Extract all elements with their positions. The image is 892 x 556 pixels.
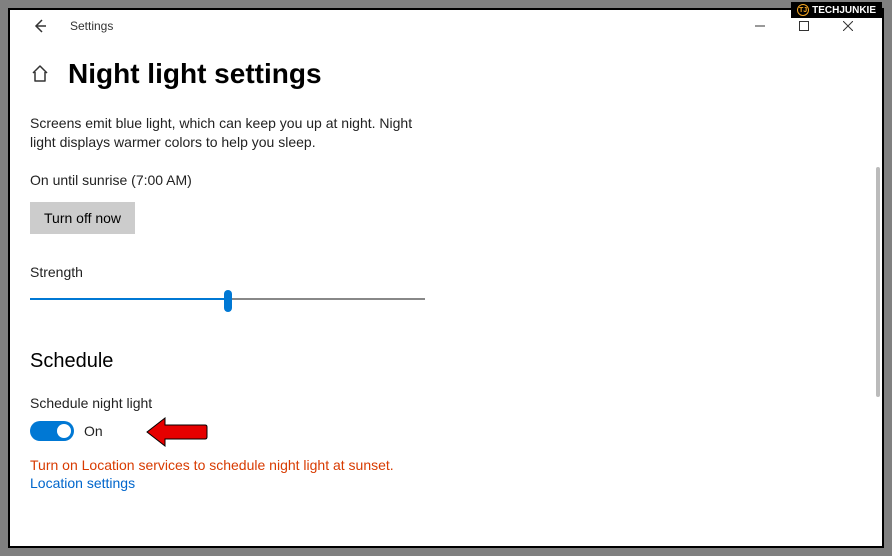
watermark-badge: TJ TECHJUNKIE [791, 2, 882, 18]
home-icon[interactable] [30, 64, 50, 84]
watermark-icon: TJ [797, 4, 809, 16]
schedule-heading: Schedule [30, 350, 862, 373]
slider-fill [30, 298, 228, 300]
toggle-row: On [30, 421, 862, 441]
page-header: Night light settings [30, 58, 862, 90]
annotation-arrow-icon [145, 415, 209, 449]
status-text: On until sunrise (7:00 AM) [30, 172, 862, 188]
watermark-text: TECHJUNKIE [812, 5, 876, 16]
slider-thumb[interactable] [224, 290, 232, 312]
schedule-label: Schedule night light [30, 395, 862, 411]
titlebar: Settings [10, 10, 882, 42]
strength-label: Strength [30, 264, 862, 280]
content-area: Night light settings Screens emit blue l… [10, 42, 882, 546]
window-title: Settings [70, 19, 113, 33]
toggle-knob [57, 424, 71, 438]
scrollbar[interactable] [876, 167, 880, 397]
turn-off-button[interactable]: Turn off now [30, 202, 135, 234]
location-settings-link[interactable]: Location settings [30, 475, 135, 491]
minimize-button[interactable] [738, 12, 782, 40]
schedule-toggle[interactable] [30, 421, 74, 441]
strength-slider[interactable] [30, 290, 425, 310]
location-warning-text: Turn on Location services to schedule ni… [30, 457, 862, 473]
page-title: Night light settings [68, 58, 322, 90]
description-text: Screens emit blue light, which can keep … [30, 114, 430, 152]
toggle-state-label: On [84, 423, 103, 439]
settings-window: TJ TECHJUNKIE Settings Night light setti… [8, 8, 884, 548]
back-button[interactable] [28, 14, 52, 38]
